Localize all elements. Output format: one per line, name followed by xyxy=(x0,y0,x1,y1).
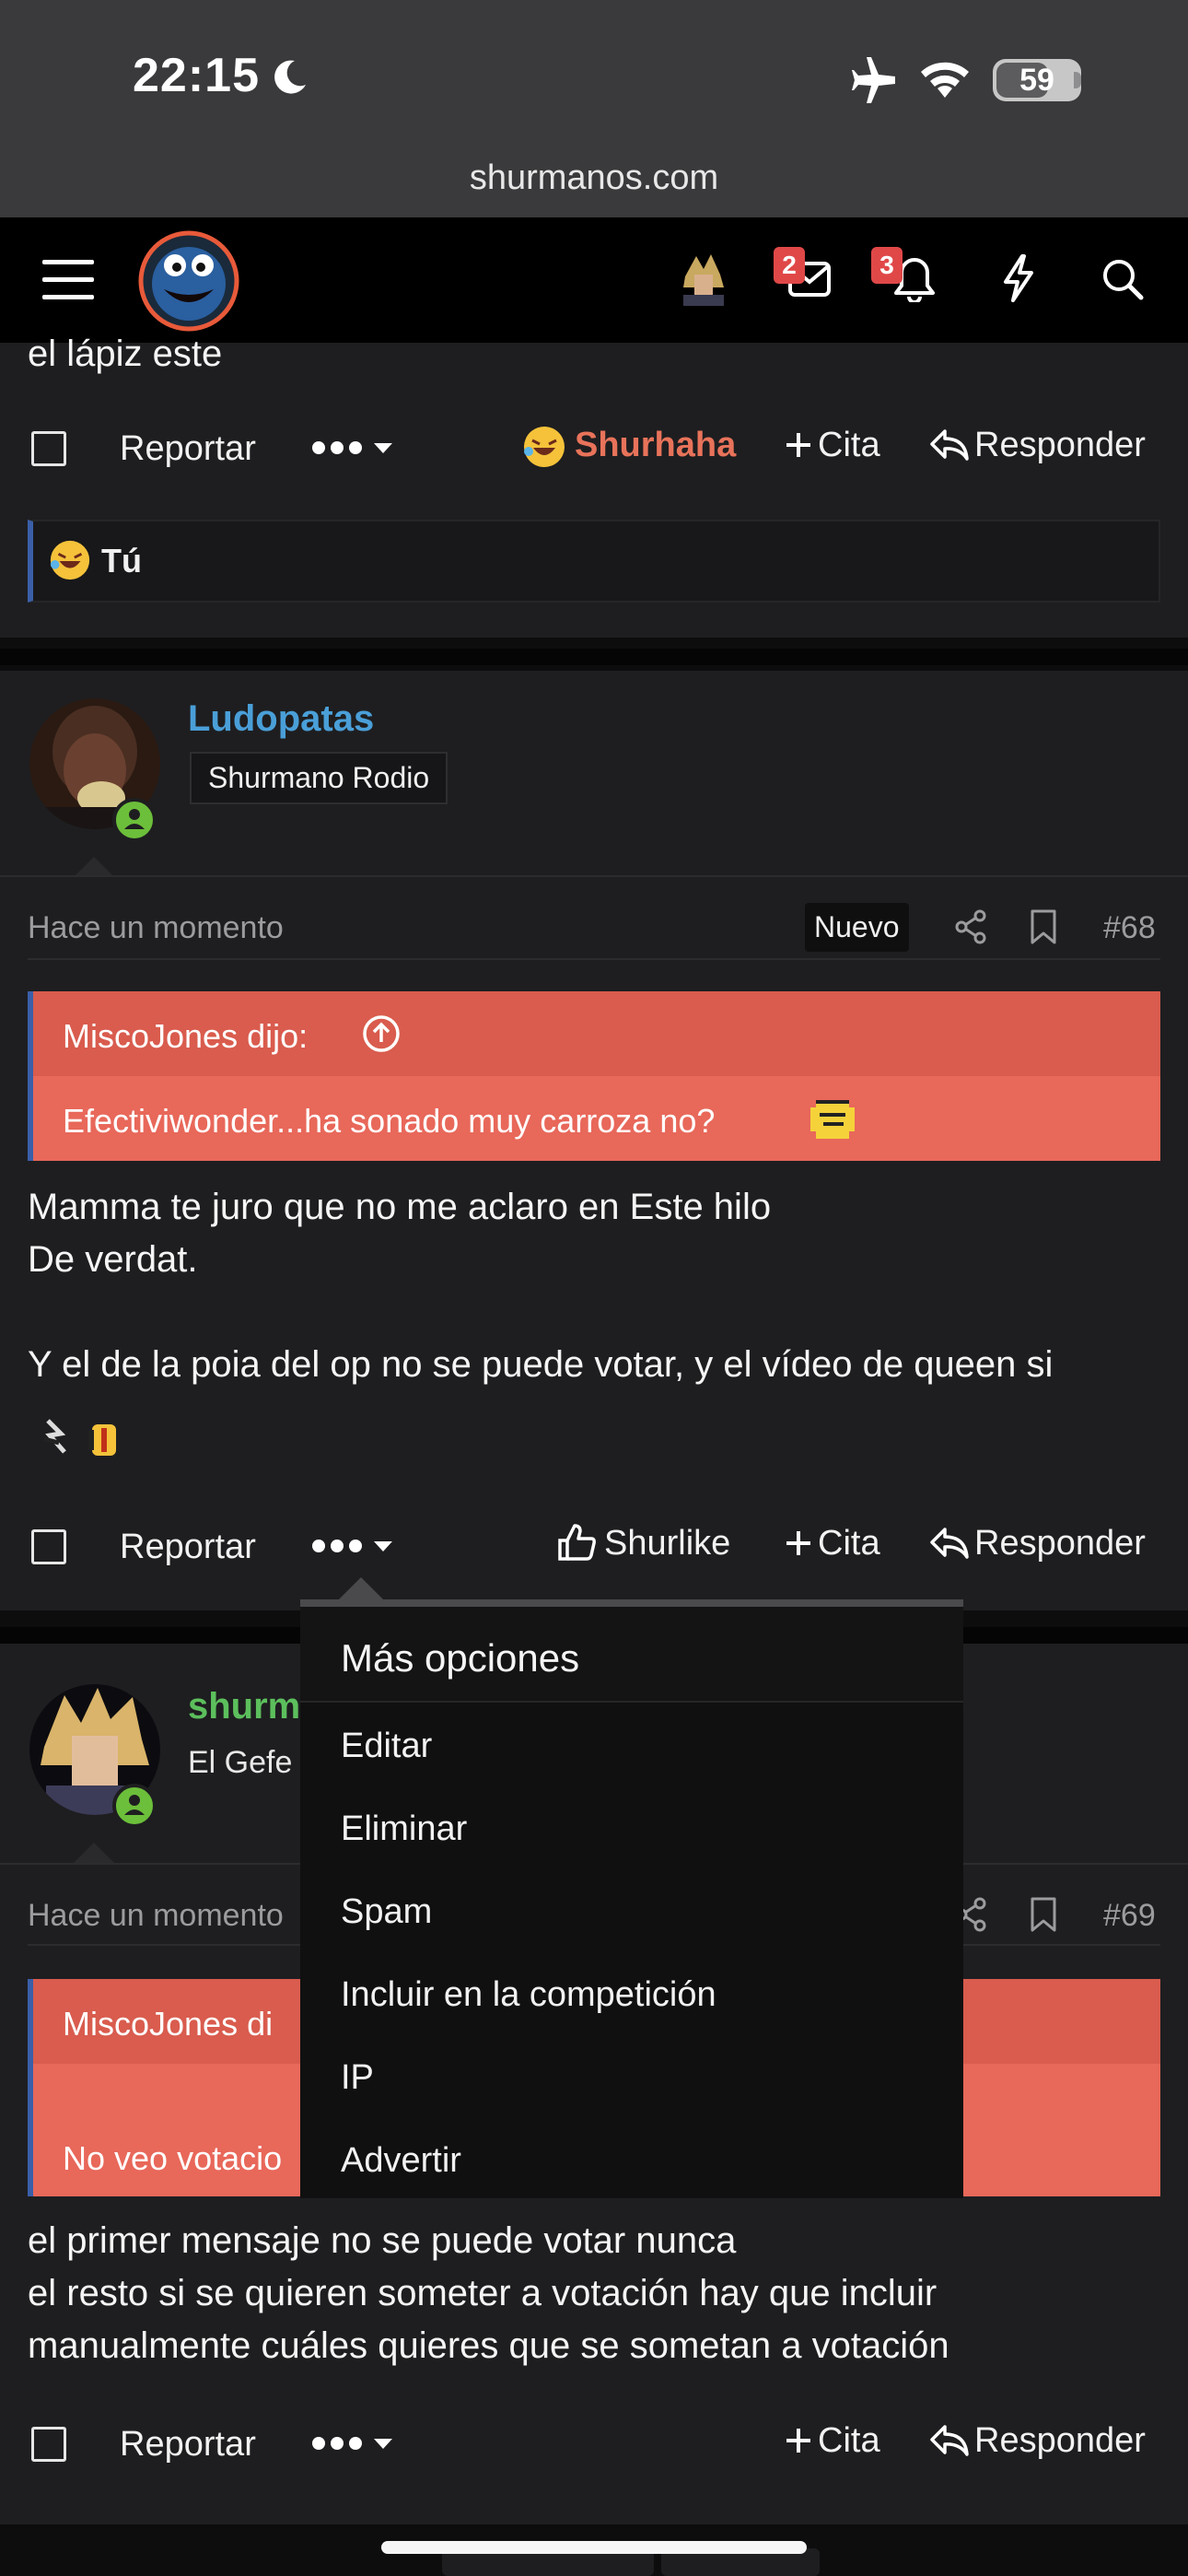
post-number[interactable]: #68 xyxy=(1103,910,1156,946)
alerts-badge: 3 xyxy=(871,247,903,284)
reply-button[interactable]: Responder xyxy=(974,1524,1146,1563)
laughing-emoji-icon xyxy=(521,424,567,470)
post-number[interactable]: #69 xyxy=(1103,1898,1156,1934)
post-content-line: manualmente cuáles quieres que se someta… xyxy=(28,2325,949,2366)
menu-item-spam[interactable]: Spam xyxy=(341,1892,432,1932)
post-content-line: Y el de la poia del op no se puede votar… xyxy=(28,1344,1054,1385)
reaction-shurhaha[interactable]: Shurhaha xyxy=(575,426,736,465)
plus-icon xyxy=(785,2427,812,2454)
reply-button[interactable]: Responder xyxy=(974,426,1146,465)
more-options-button[interactable] xyxy=(311,2429,400,2458)
menu-title: Más opciones xyxy=(341,1636,580,1680)
quote-author[interactable]: MiscoJones dijo: xyxy=(63,1017,308,1056)
select-checkbox[interactable] xyxy=(31,431,66,466)
pixel-gif-icon xyxy=(41,1411,133,1467)
site-logo[interactable] xyxy=(138,230,239,332)
menu-item-advertir[interactable]: Advertir xyxy=(341,2141,461,2181)
quote-text: No veo votacio xyxy=(63,2139,283,2177)
menu-item-ip[interactable]: IP xyxy=(341,2058,374,2098)
pixel-emoji-icon xyxy=(807,1095,858,1144)
report-link[interactable]: Reportar xyxy=(120,429,256,469)
wifi-icon xyxy=(917,57,973,100)
online-status-icon xyxy=(112,798,157,842)
divider xyxy=(0,875,1188,877)
quote-text: Efectiviwonder...ha sonado muy carroza n… xyxy=(63,1102,716,1140)
search-icon[interactable] xyxy=(1101,258,1144,300)
menu-icon[interactable] xyxy=(42,258,94,302)
post-arrow xyxy=(74,1843,114,1863)
battery-level: 59 xyxy=(1019,63,1054,98)
reply-icon xyxy=(928,427,969,463)
post-time[interactable]: Hace un momento xyxy=(28,1898,284,1934)
post-content-tail: el lápiz este xyxy=(28,334,223,374)
quote-button[interactable]: Cita xyxy=(818,2421,880,2461)
user-title: Shurmano Rodio xyxy=(190,752,448,804)
select-checkbox[interactable] xyxy=(31,2427,66,2462)
post-content-line: el primer mensaje no se puede votar nunc… xyxy=(28,2220,737,2261)
reply-button[interactable]: Responder xyxy=(974,2421,1146,2461)
post-content-line: Mamma te juro que no me aclaro en Este h… xyxy=(28,1187,772,1227)
address-bar[interactable]: shurmanos.com xyxy=(0,158,1188,198)
bookmark-icon[interactable] xyxy=(1030,1896,1057,1933)
reply-icon xyxy=(928,2423,969,2458)
reactions-by: Tú xyxy=(101,542,142,580)
quote-author[interactable]: MiscoJones di xyxy=(63,2005,273,2043)
plus-icon xyxy=(785,1529,812,1557)
report-link[interactable]: Reportar xyxy=(120,1528,256,1567)
airplane-icon xyxy=(849,57,899,103)
post-content-line: De verdat. xyxy=(28,1239,198,1280)
menu-item-competicion[interactable]: Incluir en la competición xyxy=(341,1975,716,2015)
reactions-bar[interactable] xyxy=(28,520,1160,603)
reply-icon xyxy=(928,1526,969,1561)
more-options-button[interactable] xyxy=(311,1531,400,1561)
menu-item-eliminar[interactable]: Eliminar xyxy=(341,1809,467,1849)
lightning-icon[interactable] xyxy=(1002,254,1035,302)
bookmark-icon[interactable] xyxy=(1030,908,1057,945)
online-status-icon xyxy=(112,1784,157,1828)
divider xyxy=(28,958,1160,960)
post-content-line: el resto si se quieren someter a votació… xyxy=(28,2273,938,2313)
menu-pointer xyxy=(339,1577,383,1599)
arrow-up-circle-icon[interactable] xyxy=(361,1013,402,1054)
quote-button[interactable]: Cita xyxy=(818,426,880,465)
post-arrow xyxy=(74,857,114,877)
menu-item-editar[interactable]: Editar xyxy=(341,1727,432,1766)
post-time[interactable]: Hace un momento xyxy=(28,910,284,946)
home-indicator[interactable] xyxy=(381,2541,807,2554)
laughing-emoji-icon xyxy=(48,538,92,582)
quote-button[interactable]: Cita xyxy=(818,1524,880,1563)
like-button[interactable]: Shurlike xyxy=(604,1524,730,1563)
select-checkbox[interactable] xyxy=(31,1529,66,1564)
username[interactable]: Ludopatas xyxy=(188,698,374,740)
thumbs-up-icon xyxy=(556,1522,597,1563)
plus-icon xyxy=(785,431,812,459)
more-options-button[interactable] xyxy=(311,433,400,463)
username[interactable]: shurm xyxy=(188,1686,300,1727)
user-title: El Gefe xyxy=(188,1745,293,1780)
share-icon[interactable] xyxy=(954,908,987,945)
messages-badge: 2 xyxy=(774,247,805,284)
new-badge: Nuevo xyxy=(805,903,909,952)
report-link[interactable]: Reportar xyxy=(120,2425,256,2465)
status-time: 22:15 xyxy=(133,49,260,102)
moon-icon xyxy=(269,57,309,98)
user-avatar[interactable] xyxy=(676,251,731,306)
more-options-menu: Más opciones Editar Eliminar Spam Inclui… xyxy=(300,1599,963,2198)
